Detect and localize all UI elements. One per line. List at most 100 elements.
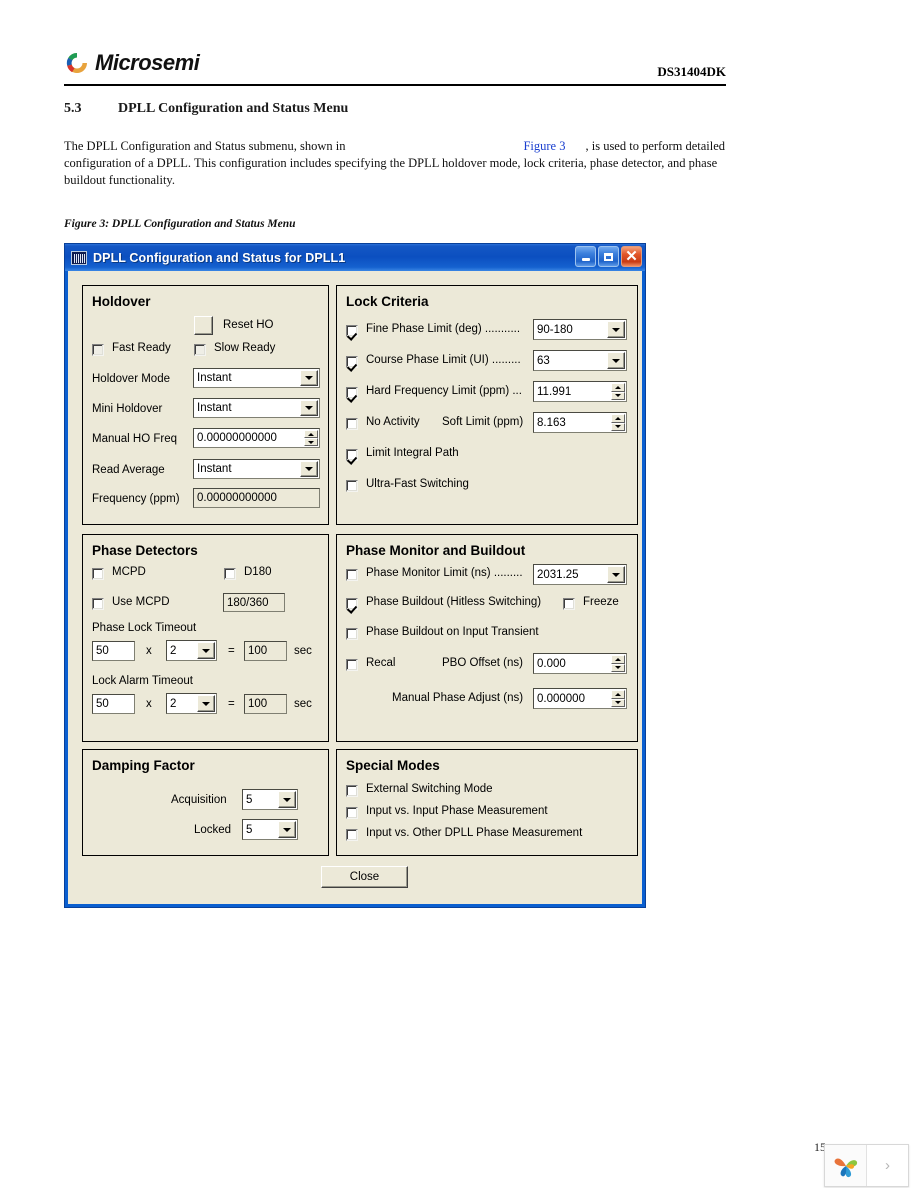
limit-integral-path-checkbox[interactable] (346, 449, 358, 461)
external-switching-mode-checkbox[interactable] (346, 785, 358, 797)
section-number: 5.3 (64, 101, 82, 116)
phase-detectors-group: Phase Detectors MCPD D180 Use MCPD 180/3… (82, 534, 329, 742)
stepper-buttons[interactable] (611, 690, 625, 707)
lock-alarm-timeout-multiplier-select[interactable]: 2 (166, 693, 217, 714)
stepper-buttons[interactable] (611, 414, 625, 431)
input-vs-other-dpll-label: Input vs. Other DPLL Phase Measurement (366, 827, 583, 839)
reader-logo-icon[interactable] (825, 1145, 866, 1186)
no-activity-checkbox[interactable] (346, 418, 358, 430)
stepper-buttons[interactable] (611, 383, 625, 400)
stepper-up-icon[interactable] (304, 430, 318, 438)
fine-phase-limit-checkbox[interactable] (346, 325, 358, 337)
locked-label: Locked (194, 824, 232, 836)
manual-phase-adjust-stepper[interactable]: 0.000000 (533, 688, 627, 709)
lock-alarm-equals-symbol: = (228, 698, 235, 710)
chevron-down-icon[interactable] (607, 352, 625, 369)
stepper-down-icon[interactable] (611, 698, 625, 707)
recal-label: Recal (366, 657, 396, 669)
frequency-ppm-label: Frequency (ppm) (92, 493, 180, 505)
use-mcpd-label: Use MCPD (112, 596, 170, 608)
acquisition-damping-select[interactable]: 5 (242, 789, 298, 810)
stepper-buttons[interactable] (611, 655, 625, 672)
hard-frequency-limit-value: 11.991 (537, 385, 572, 398)
chevron-down-icon[interactable] (278, 791, 296, 808)
phase-lock-timeout-label: Phase Lock Timeout (92, 622, 197, 634)
fine-phase-limit-select[interactable]: 90-180 (533, 319, 627, 340)
locked-damping-select[interactable]: 5 (242, 819, 298, 840)
phase-monitor-limit-checkbox[interactable] (346, 569, 358, 581)
course-phase-limit-select[interactable]: 63 (533, 350, 627, 371)
course-phase-limit-checkbox[interactable] (346, 356, 358, 368)
maximize-icon[interactable] (598, 246, 619, 267)
hard-frequency-limit-checkbox[interactable] (346, 387, 358, 399)
dialog-titlebar[interactable]: DPLL Configuration and Status for DPLL1 … (65, 244, 645, 271)
brand-name: Microsemi (95, 50, 200, 75)
phase-lock-timeout-multiplier-select[interactable]: 2 (166, 640, 217, 661)
reset-ho-button[interactable] (194, 316, 213, 335)
stepper-up-icon[interactable] (611, 655, 625, 664)
dpll-configuration-dialog: DPLL Configuration and Status for DPLL1 … (64, 243, 646, 908)
chevron-down-icon[interactable] (300, 370, 318, 386)
intro-paragraph: The DPLL Configuration and Status submen… (64, 138, 754, 189)
read-average-select[interactable]: Instant (193, 459, 320, 479)
stepper-down-icon[interactable] (611, 391, 625, 400)
phase-buildout-checkbox[interactable] (346, 598, 358, 610)
application-icon (71, 250, 87, 265)
acquisition-label: Acquisition (171, 794, 227, 806)
chevron-down-icon[interactable] (300, 400, 318, 416)
use-mcpd-checkbox[interactable] (92, 598, 104, 610)
fast-ready-checkbox[interactable] (92, 344, 104, 356)
manual-ho-freq-stepper[interactable]: 0.00000000000 (193, 428, 320, 448)
lock-alarm-multiply-symbol: x (146, 698, 152, 710)
chevron-down-icon[interactable] (607, 321, 625, 338)
phase-lock-timeout-base-input[interactable]: 50 (92, 641, 135, 661)
input-vs-other-dpll-checkbox[interactable] (346, 829, 358, 841)
limit-integral-path-label: Limit Integral Path (366, 447, 459, 459)
ultra-fast-switching-label: Ultra-Fast Switching (366, 478, 469, 490)
mcpd-checkbox[interactable] (92, 568, 104, 580)
holdover-group-title: Holdover (92, 294, 151, 309)
hard-frequency-limit-stepper[interactable]: 11.991 (533, 381, 627, 402)
close-icon[interactable]: ✕ (621, 246, 642, 267)
next-page-icon[interactable]: › (866, 1145, 908, 1186)
minimize-icon[interactable] (575, 246, 596, 267)
stepper-buttons[interactable] (304, 430, 318, 446)
d180-checkbox[interactable] (224, 568, 236, 580)
recal-checkbox[interactable] (346, 659, 358, 671)
figure-caption: Figure 3: DPLL Configuration and Status … (64, 218, 296, 230)
holdover-mode-select[interactable]: Instant (193, 368, 320, 388)
mini-holdover-select[interactable]: Instant (193, 398, 320, 418)
ultra-fast-switching-checkbox[interactable] (346, 480, 358, 492)
input-vs-input-checkbox[interactable] (346, 807, 358, 819)
figure-reference-link[interactable]: Figure 3 (523, 139, 565, 153)
close-button[interactable]: Close (321, 866, 408, 888)
stepper-down-icon[interactable] (611, 422, 625, 431)
chevron-down-icon[interactable] (300, 461, 318, 477)
dialog-body: Holdover Reset HO Fast Ready Slow Ready … (68, 271, 642, 904)
chevron-down-icon[interactable] (197, 695, 215, 712)
freeze-label: Freeze (583, 596, 619, 608)
external-switching-mode-label: External Switching Mode (366, 783, 493, 795)
phase-lock-multiplier-value: 2 (170, 644, 177, 657)
freeze-checkbox[interactable] (563, 598, 575, 610)
stepper-down-icon[interactable] (304, 438, 318, 446)
chevron-down-icon[interactable] (278, 821, 296, 838)
phase-monitor-limit-value: 2031.25 (537, 568, 579, 581)
frequency-ppm-value: 0.00000000000 (193, 488, 320, 508)
pbo-offset-stepper[interactable]: 0.000 (533, 653, 627, 674)
lock-alarm-timeout-base-input[interactable]: 50 (92, 694, 135, 714)
slow-ready-checkbox[interactable] (194, 344, 206, 356)
holdover-mode-value: Instant (197, 372, 232, 384)
document-code: DS31404DK (657, 64, 726, 79)
stepper-down-icon[interactable] (611, 663, 625, 672)
phase-buildout-transient-checkbox[interactable] (346, 628, 358, 640)
stepper-up-icon[interactable] (611, 690, 625, 699)
chevron-down-icon[interactable] (607, 566, 625, 583)
mcpd-ratio-value: 180/360 (223, 593, 285, 612)
chevron-down-icon[interactable] (197, 642, 215, 659)
stepper-up-icon[interactable] (611, 383, 625, 392)
soft-limit-stepper[interactable]: 8.163 (533, 412, 627, 433)
manual-ho-freq-value: 0.00000000000 (197, 432, 277, 444)
stepper-up-icon[interactable] (611, 414, 625, 423)
phase-monitor-limit-select[interactable]: 2031.25 (533, 564, 627, 585)
